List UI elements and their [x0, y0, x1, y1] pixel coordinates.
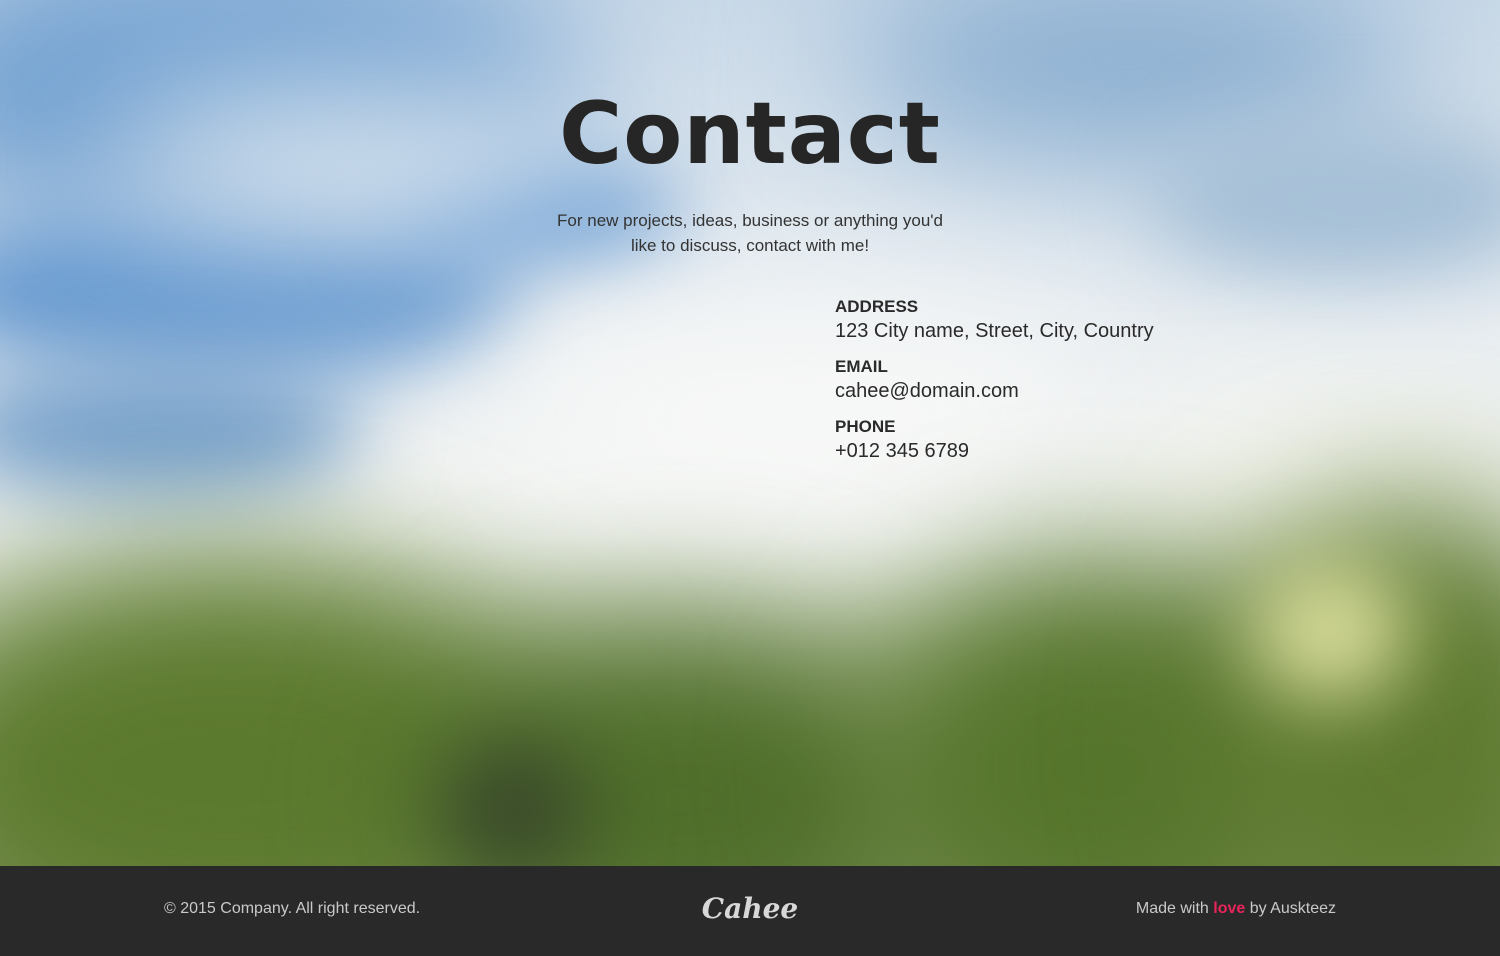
page: Contact For new projects, ideas, busines… — [0, 0, 1500, 956]
credit-prefix: Made with — [1135, 900, 1209, 917]
page-title: Contact — [559, 84, 941, 184]
footer: © 2015 Company. All right reserved. Cahe… — [0, 866, 1500, 956]
intro-text: For new projects, ideas, business or any… — [557, 211, 943, 255]
address-value: 123 City name, Street, City, Country — [835, 320, 1154, 342]
email-value[interactable]: cahee@domain.com — [835, 377, 1255, 405]
email-block: EMAIL cahee@domain.com — [835, 357, 1255, 405]
email-label: EMAIL — [835, 357, 888, 376]
contact-section: Contact For new projects, ideas, busines… — [0, 0, 1500, 866]
footer-credit: Made with love by Auskteez — [1136, 900, 1336, 918]
credit-suffix[interactable]: by Auskteez — [1250, 900, 1336, 917]
credit-love: love — [1213, 900, 1246, 917]
address-block: ADDRESS 123 City name, Street, City, Cou… — [835, 297, 1255, 345]
address-label: ADDRESS — [835, 297, 919, 316]
phone-value[interactable]: +012 345 6789 — [835, 437, 1255, 465]
phone-block: PHONE +012 345 6789 — [835, 417, 1255, 465]
contact-info: ADDRESS 123 City name, Street, City, Cou… — [835, 297, 1255, 477]
phone-label: PHONE — [835, 417, 896, 436]
